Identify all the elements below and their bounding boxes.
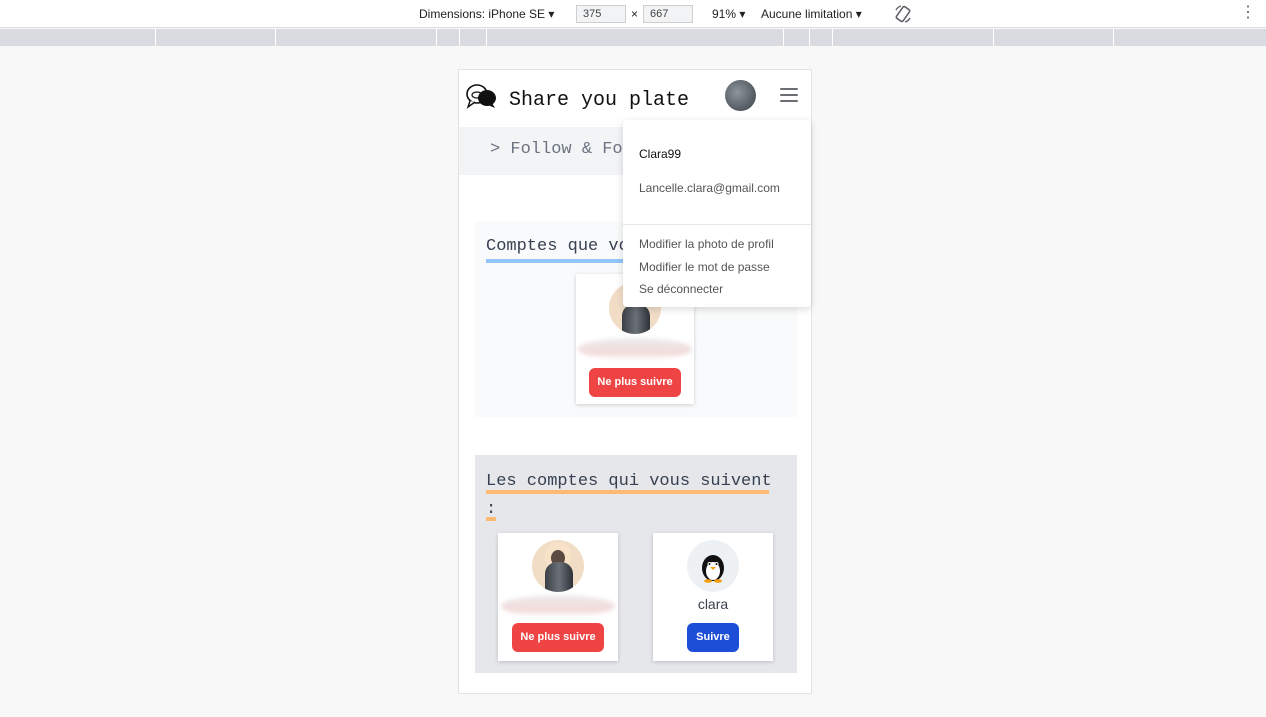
followers-title: Les comptes qui vous suivent : — [486, 472, 772, 519]
blurred-username — [578, 338, 692, 360]
followers-underline — [486, 490, 769, 494]
throttle-label: Aucune limitation — [761, 7, 853, 21]
follow-button[interactable]: Suivre — [687, 623, 739, 652]
chat-logo-icon[interactable] — [465, 83, 497, 109]
rotate-icon[interactable] — [893, 4, 913, 24]
follower-card: clara Suivre — [653, 533, 773, 661]
menu-icon[interactable] — [780, 88, 798, 102]
dropdown-email: Lancelle.clara@gmail.com — [639, 181, 780, 195]
device-select[interactable]: Dimensions: iPhone SE ▾ — [419, 7, 554, 21]
unfollow-button[interactable]: Ne plus suivre — [589, 368, 681, 397]
unfollow-button[interactable]: Ne plus suivre — [512, 623, 604, 652]
zoom-label: 91% — [712, 7, 737, 21]
following-title: Comptes que vo — [486, 237, 629, 256]
penguin-icon — [702, 555, 724, 583]
media-query-ruler[interactable] — [0, 29, 1266, 46]
zoom-select[interactable]: 91% ▾ — [712, 7, 745, 21]
devtools-toolbar: Dimensions: iPhone SE ▾ 375 × 667 91% ▾ … — [0, 0, 1266, 28]
follower-card: Ne plus suivre — [498, 533, 618, 661]
profile-avatar[interactable] — [725, 80, 756, 111]
menu-item-change-photo[interactable]: Modifier la photo de profil — [639, 237, 774, 251]
times-sign: × — [631, 7, 639, 21]
menu-item-logout[interactable]: Se déconnecter — [639, 282, 723, 296]
width-input[interactable]: 375 — [576, 5, 626, 23]
followers-underline-2 — [486, 517, 496, 521]
dropdown-divider — [623, 224, 811, 225]
brand-title[interactable]: Share you plate — [509, 89, 689, 112]
followers-section: Les comptes qui vous suivent : Ne plus s… — [475, 455, 797, 673]
menu-item-change-password[interactable]: Modifier le mot de passe — [639, 260, 770, 274]
more-icon[interactable]: ⋮ — [1240, 5, 1256, 23]
follower-name: clara — [697, 596, 729, 612]
throttle-select[interactable]: Aucune limitation ▾ — [761, 7, 862, 21]
navbar: Share you plate — [459, 70, 811, 126]
height-input[interactable]: 667 — [643, 5, 693, 23]
breadcrumb-text: > Follow & Fo — [490, 140, 623, 159]
dropdown-username: Clara99 — [639, 147, 682, 161]
user-dropdown-menu: Clara99 Lancelle.clara@gmail.com Modifie… — [623, 120, 811, 307]
penguin-avatar — [687, 540, 739, 592]
following-underline — [486, 259, 626, 263]
blurred-username — [501, 595, 615, 617]
device-label: Dimensions: iPhone SE — [419, 7, 546, 21]
user-avatar — [532, 540, 584, 592]
